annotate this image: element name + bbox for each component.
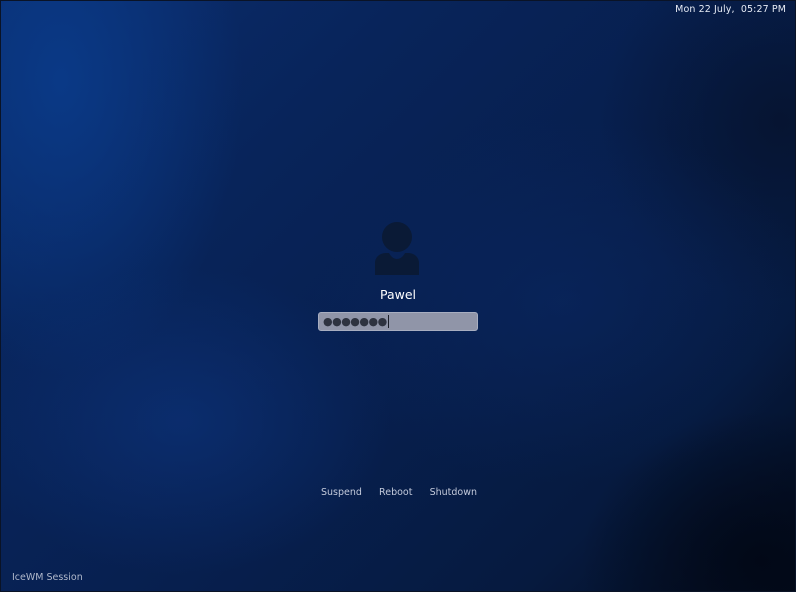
power-actions: Suspend Reboot Shutdown — [321, 487, 477, 498]
username-label: Pawel — [379, 287, 417, 302]
shutdown-button[interactable]: Shutdown — [430, 487, 477, 498]
password-field[interactable]: ●●●●●●● — [318, 312, 478, 331]
password-value: ●●●●●●● — [323, 315, 387, 328]
user-avatar-icon — [374, 221, 420, 275]
session-selector[interactable]: IceWM Session — [12, 572, 83, 583]
text-caret — [387, 315, 389, 328]
reboot-button[interactable]: Reboot — [379, 487, 412, 498]
login-screen: Mon 22 July, 05:27 PM Pawel ●●●●●●● Susp… — [0, 0, 796, 592]
clock: Mon 22 July, 05:27 PM — [675, 4, 786, 15]
suspend-button[interactable]: Suspend — [321, 487, 362, 498]
